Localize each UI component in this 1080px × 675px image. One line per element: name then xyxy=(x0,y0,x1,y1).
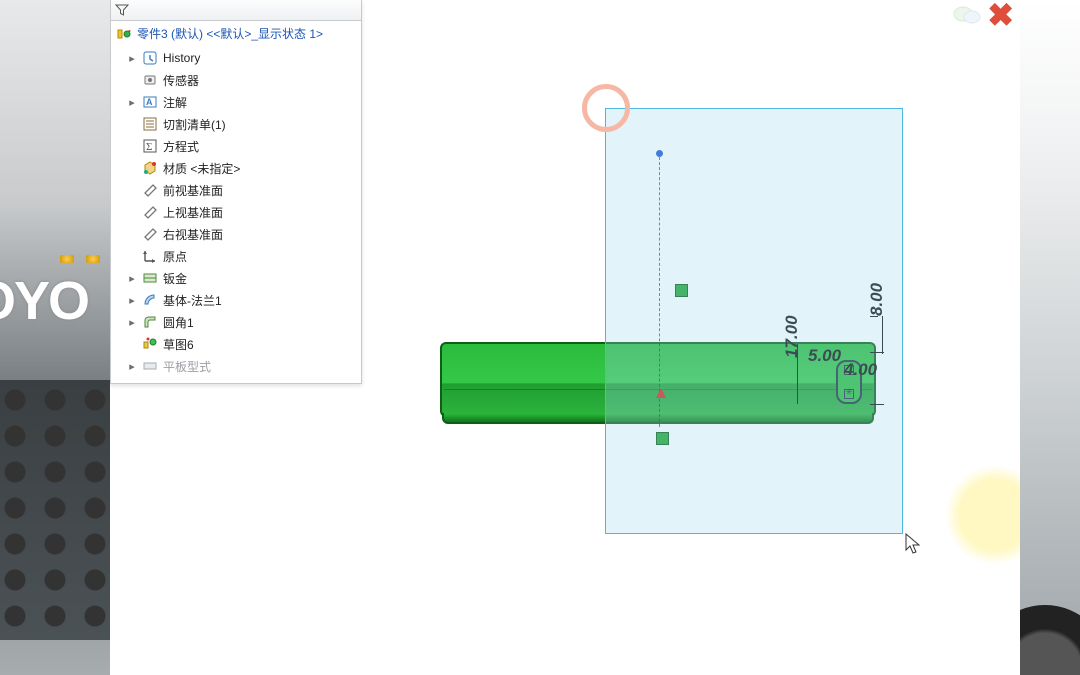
tree-item-plane-7[interactable]: 上视基准面 xyxy=(111,201,361,223)
expand-toggle[interactable]: ▸ xyxy=(127,96,137,109)
equation-icon xyxy=(141,137,159,155)
tree-item-sheet-10[interactable]: ▸ 钣金 xyxy=(111,267,361,289)
origin-icon xyxy=(141,247,159,265)
tree-item-history-0[interactable]: ▸ History xyxy=(111,47,361,69)
part-title-row[interactable]: 零件3 (默认) <<默认>_显示状态 1> xyxy=(111,21,361,47)
tree-item-flat-14: ▸ 平板型式 xyxy=(111,355,361,377)
tree-item-flange-11[interactable]: ▸ 基体-法兰1 xyxy=(111,289,361,311)
chat-icon[interactable] xyxy=(953,4,981,26)
tree-item-label: 钣金 xyxy=(163,270,187,287)
flange-icon xyxy=(141,291,159,309)
tree-item-equation-4[interactable]: 方程式 xyxy=(111,135,361,157)
fillet-icon xyxy=(141,313,159,331)
history-icon xyxy=(141,49,159,67)
tree-item-sensor-1[interactable]: 传感器 xyxy=(111,69,361,91)
tree-item-label: 原点 xyxy=(163,248,187,265)
plane-icon xyxy=(141,225,159,243)
material-icon xyxy=(141,159,159,177)
expand-toggle[interactable]: ▸ xyxy=(127,52,137,65)
tree-item-fillet-12[interactable]: ▸ 圆角1 xyxy=(111,311,361,333)
tree-item-label: 传感器 xyxy=(163,72,199,89)
vehicle-logo-text: OYO xyxy=(0,270,88,332)
work-area: ✖ 零件3 (默认) <<默认>_显示状态 1> ▸ History 传感器 ▸ 注解切… xyxy=(110,0,1020,675)
tree-item-plane-6[interactable]: 前视基准面 xyxy=(111,179,361,201)
background-right xyxy=(1020,0,1080,675)
tree-item-origin-9[interactable]: 原点 xyxy=(111,245,361,267)
vehicle-body xyxy=(1020,0,1080,675)
tree-item-annot-2[interactable]: ▸ 注解 xyxy=(111,91,361,113)
cursor-icon xyxy=(905,533,921,555)
tree-item-label: 方程式 xyxy=(163,138,199,155)
sketch-icon xyxy=(141,335,159,353)
tree-toolbar xyxy=(111,0,361,21)
vehicle-grille xyxy=(0,380,110,640)
tree-item-label: 草图6 xyxy=(163,336,194,353)
annot-icon xyxy=(141,93,159,111)
filter-icon[interactable] xyxy=(115,3,129,17)
close-icon[interactable]: ✖ xyxy=(987,2,1014,28)
tree-item-cutlist-3[interactable]: 切割清单(1) xyxy=(111,113,361,135)
tree-item-label: 前视基准面 xyxy=(163,182,223,199)
tree-item-label: 材质 <未指定> xyxy=(163,160,240,177)
expand-toggle[interactable]: ▸ xyxy=(127,316,137,329)
tree-resize-handle[interactable] xyxy=(359,0,365,383)
sheet-icon xyxy=(141,269,159,287)
tree-item-label: 上视基准面 xyxy=(163,204,223,221)
flat-icon xyxy=(141,357,159,375)
part-title-label: 零件3 (默认) <<默认>_显示状态 1> xyxy=(137,25,323,42)
expand-toggle[interactable]: ▸ xyxy=(127,294,137,307)
amber-light xyxy=(86,255,100,263)
box-selection xyxy=(605,108,903,534)
tree-item-material-5[interactable]: 材质 <未指定> xyxy=(111,157,361,179)
vehicle-tire xyxy=(1020,605,1080,675)
tree-item-label: 基体-法兰1 xyxy=(163,292,222,309)
plane-icon xyxy=(141,181,159,199)
tree-item-label: History xyxy=(163,51,200,65)
tree-item-sketch-13[interactable]: 草图6 xyxy=(111,333,361,355)
background-left: OYO xyxy=(0,0,110,675)
selection-start-marker xyxy=(582,84,630,132)
feature-tree-panel: 零件3 (默认) <<默认>_显示状态 1> ▸ History 传感器 ▸ 注解切割清… xyxy=(110,0,362,384)
tree-item-label: 平板型式 xyxy=(163,358,211,375)
plane-icon xyxy=(141,203,159,221)
cutlist-icon xyxy=(141,115,159,133)
sensor-icon xyxy=(141,71,159,89)
expand-toggle[interactable]: ▸ xyxy=(127,360,137,373)
tree-item-plane-8[interactable]: 右视基准面 xyxy=(111,223,361,245)
tree-item-label: 右视基准面 xyxy=(163,226,223,243)
part-icon xyxy=(117,26,133,42)
tree-body: ▸ History 传感器 ▸ 注解切割清单(1) 方程式材质 <未指定> 前视基准面上视基… xyxy=(111,47,361,383)
amber-light xyxy=(60,255,74,263)
tree-item-label: 切割清单(1) xyxy=(163,116,226,133)
tree-item-label: 圆角1 xyxy=(163,314,194,331)
expand-toggle[interactable]: ▸ xyxy=(127,272,137,285)
tree-item-label: 注解 xyxy=(163,94,187,111)
